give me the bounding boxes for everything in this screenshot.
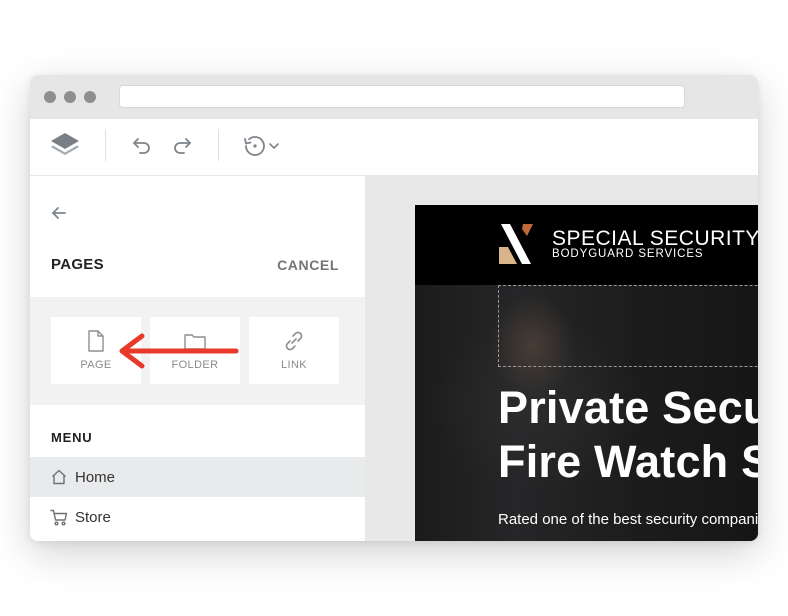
title-bar — [30, 75, 758, 119]
hero-title-line: Private Security & — [498, 382, 758, 433]
menu-item-label: Home — [75, 468, 116, 486]
cancel-button[interactable]: CANCEL — [277, 257, 339, 273]
hero-title-line: Fire Watch Services — [498, 436, 758, 487]
menu-item-label: Store — [75, 508, 111, 526]
menu-section-title: MENU — [51, 430, 93, 445]
window-dot-minimize[interactable] — [64, 91, 76, 103]
page-icon — [87, 330, 105, 352]
window-dot-maximize[interactable] — [84, 91, 96, 103]
chevron-down-icon[interactable] — [268, 139, 280, 153]
selection-outline[interactable] — [498, 285, 758, 367]
toolbar-divider — [105, 129, 106, 161]
hero-title: Private Security & Fire Watch Services — [498, 381, 758, 489]
undo-icon[interactable] — [129, 133, 155, 159]
toolbar-divider — [218, 129, 219, 161]
history-icon[interactable] — [242, 133, 270, 159]
hero-section: Private Security & Fire Watch Services R… — [415, 285, 758, 541]
brand-logo — [497, 221, 545, 272]
annotation-arrow — [119, 333, 239, 369]
hero-subtitle: Rated one of the best security companies — [498, 511, 758, 528]
browser-window: PAGES CANCEL PAGE FOLDER LINK MENU Home … — [30, 75, 758, 541]
menu-item-store[interactable]: Store — [30, 497, 365, 537]
layers-icon[interactable] — [48, 129, 82, 163]
panel-title: PAGES — [51, 256, 104, 273]
back-arrow-icon[interactable] — [50, 204, 70, 224]
editor-toolbar — [30, 119, 758, 176]
cart-icon — [50, 508, 68, 526]
website-preview: SPECIAL SECURITY BODYGUARD SERVICES Priv… — [415, 205, 758, 541]
add-link-button[interactable]: LINK — [249, 317, 339, 384]
address-bar[interactable] — [119, 85, 685, 108]
menu-item-home[interactable]: Home — [30, 457, 365, 497]
brand-tagline: BODYGUARD SERVICES — [552, 248, 704, 260]
window-dot-close[interactable] — [44, 91, 56, 103]
link-icon — [283, 330, 305, 352]
site-preview-canvas[interactable]: SPECIAL SECURITY BODYGUARD SERVICES Priv… — [365, 176, 758, 541]
add-link-label: LINK — [280, 359, 308, 371]
redo-icon[interactable] — [169, 133, 195, 159]
add-page-label: PAGE — [80, 359, 112, 371]
site-header: SPECIAL SECURITY BODYGUARD SERVICES — [415, 205, 758, 285]
home-icon — [50, 468, 68, 486]
